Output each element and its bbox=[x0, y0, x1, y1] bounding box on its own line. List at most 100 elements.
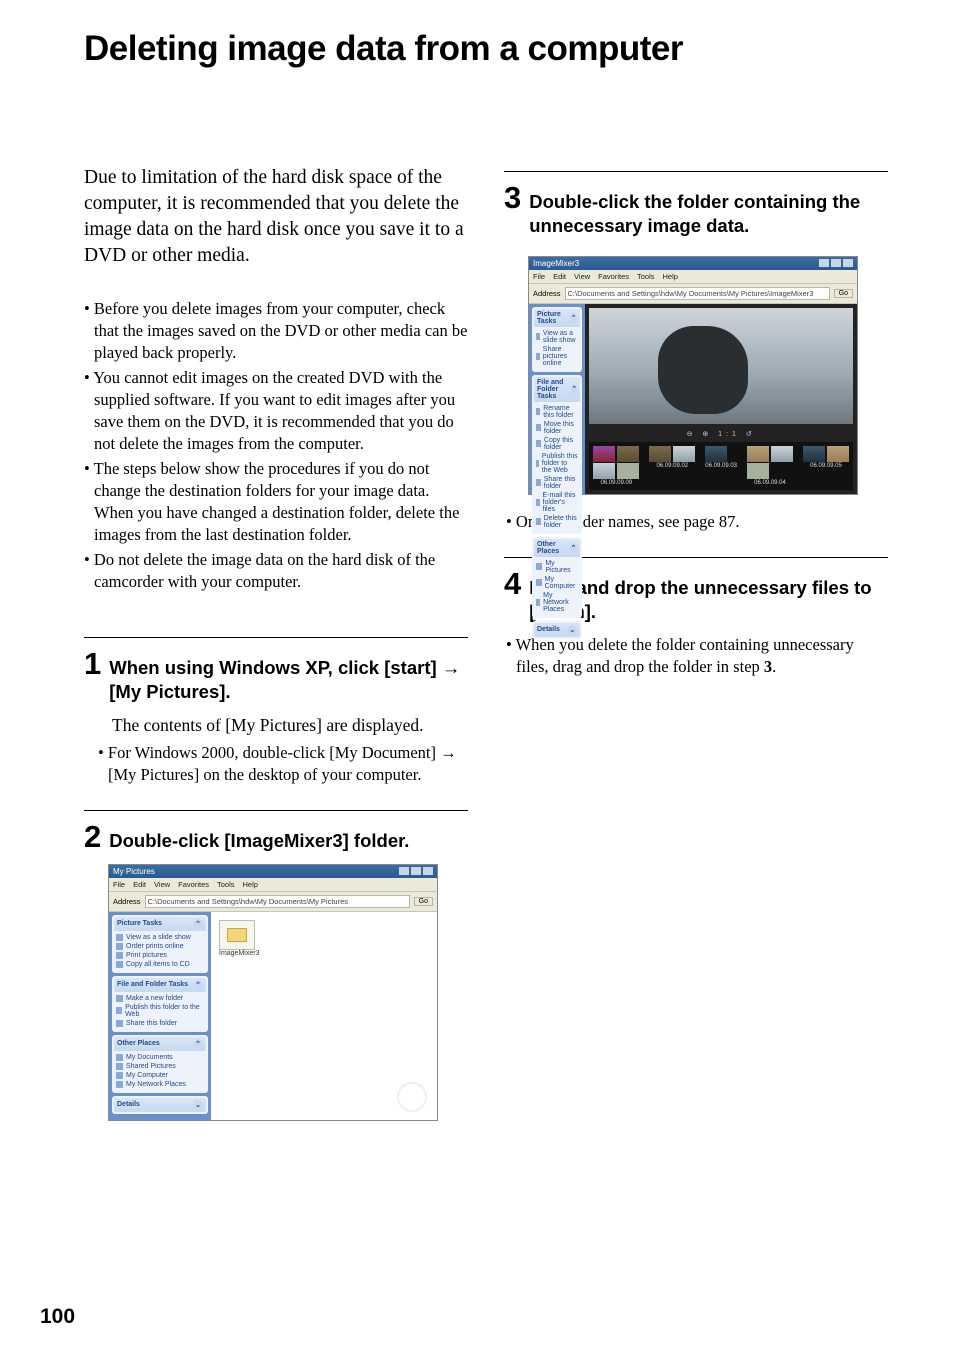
step-title: Drag and drop the unnecessary files to [… bbox=[529, 576, 888, 624]
task-link[interactable]: View as a slide show bbox=[126, 934, 191, 941]
folder-item-imagemixer3[interactable]: ImageMixer3 bbox=[219, 920, 257, 957]
task-link[interactable]: Rename this folder bbox=[543, 405, 578, 419]
chevron-icon[interactable]: ⌄ bbox=[567, 625, 577, 635]
intro-bullets: Before you delete images from your compu… bbox=[84, 298, 468, 593]
thumbnail-strip[interactable]: 06.09.09.09 06.09.09.02 06.09.09.03 06.0… bbox=[589, 442, 853, 490]
step-title: When using Windows XP, click [start] → [… bbox=[109, 656, 468, 704]
place-link[interactable]: My Documents bbox=[126, 1054, 173, 1061]
menu-item[interactable]: Favorites bbox=[598, 272, 629, 281]
panel-header: File and Folder Tasks bbox=[537, 379, 571, 400]
menu-item[interactable]: Edit bbox=[133, 880, 146, 889]
chevron-icon[interactable]: ⌃ bbox=[193, 919, 203, 929]
place-icon bbox=[116, 1081, 123, 1088]
step-note-suffix: . bbox=[772, 657, 776, 676]
menu-item[interactable]: File bbox=[113, 880, 125, 889]
address-input[interactable] bbox=[565, 287, 830, 300]
window-controls[interactable] bbox=[399, 867, 433, 875]
task-icon bbox=[116, 943, 123, 950]
menu-item[interactable]: Help bbox=[243, 880, 258, 889]
folder-group[interactable]: 06.09.09.09 bbox=[593, 446, 639, 486]
task-link[interactable]: Print pictures bbox=[126, 952, 167, 959]
address-input[interactable] bbox=[145, 895, 410, 908]
divider bbox=[84, 637, 468, 638]
panel-header: Details bbox=[117, 1101, 140, 1108]
step-number: 1 bbox=[84, 648, 101, 679]
task-icon bbox=[116, 952, 123, 959]
task-icon bbox=[536, 333, 540, 340]
window-controls[interactable] bbox=[819, 259, 853, 267]
task-link[interactable]: Share this folder bbox=[544, 476, 579, 490]
task-icon bbox=[536, 518, 541, 525]
folder-group[interactable]: 06.09.09.05 bbox=[803, 446, 849, 469]
chevron-icon[interactable]: ⌃ bbox=[570, 313, 577, 323]
place-icon bbox=[536, 563, 542, 570]
task-link[interactable]: E-mail this folder's files bbox=[543, 492, 579, 513]
place-link[interactable]: My Pictures bbox=[545, 560, 578, 574]
chevron-icon[interactable]: ⌃ bbox=[193, 1039, 203, 1049]
folder-group[interactable]: 06.09.09.03 bbox=[705, 446, 737, 469]
step-number: 3 bbox=[504, 182, 521, 213]
step-note-text: When you delete the folder containing un… bbox=[516, 635, 854, 676]
go-button[interactable]: Go bbox=[834, 289, 853, 298]
task-link[interactable]: Publish this folder to the Web bbox=[542, 453, 578, 474]
step-title-b: [My Pictures]. bbox=[109, 681, 230, 702]
place-icon bbox=[536, 579, 542, 586]
task-link[interactable]: Share this folder bbox=[126, 1020, 177, 1027]
chevron-icon[interactable]: ⌃ bbox=[571, 384, 577, 394]
task-link[interactable]: Delete this folder bbox=[544, 515, 579, 529]
task-icon bbox=[116, 1020, 123, 1027]
menu-item[interactable]: Edit bbox=[553, 272, 566, 281]
viewer-controls[interactable]: ⊖ ⊕ 1:1 ↺ bbox=[589, 428, 853, 442]
step-cross-ref: 3 bbox=[764, 657, 772, 676]
folder-group[interactable]: 06.09.09.02 bbox=[649, 446, 695, 469]
chevron-icon[interactable]: ⌄ bbox=[193, 1100, 203, 1110]
step-note: When you delete the folder containing un… bbox=[504, 634, 888, 679]
folder-group-label: 06.09.09.04 bbox=[754, 480, 786, 486]
task-link[interactable]: Copy all items to CD bbox=[126, 961, 190, 968]
panel-header: Details bbox=[537, 626, 560, 633]
task-link[interactable]: Publish this folder to the Web bbox=[125, 1004, 204, 1018]
step-title: Double-click [ImageMixer3] folder. bbox=[109, 829, 468, 853]
place-link[interactable]: My Network Places bbox=[126, 1081, 186, 1088]
panel-header: Picture Tasks bbox=[537, 311, 570, 325]
menu-item[interactable]: File bbox=[533, 272, 545, 281]
address-label: Address bbox=[533, 289, 561, 298]
explorer-sidebar: Picture Tasks⌃ View as a slide show Shar… bbox=[529, 304, 585, 494]
task-icon bbox=[116, 995, 123, 1002]
menu-item[interactable]: Favorites bbox=[178, 880, 209, 889]
chevron-icon[interactable]: ⌃ bbox=[193, 980, 203, 990]
folder-icon bbox=[227, 928, 247, 942]
place-icon bbox=[116, 1063, 123, 1070]
task-link[interactable]: Copy this folder bbox=[544, 437, 578, 451]
place-link[interactable]: My Network Places bbox=[543, 592, 578, 613]
step-title-a: When using Windows XP, click [start] bbox=[109, 657, 436, 678]
menu-item[interactable]: Tools bbox=[637, 272, 655, 281]
place-link[interactable]: My Computer bbox=[126, 1072, 168, 1079]
menu-item[interactable]: View bbox=[574, 272, 590, 281]
task-link[interactable]: Share pictures online bbox=[543, 346, 579, 367]
arrow-icon: → bbox=[442, 657, 461, 678]
page-title: Deleting image data from a computer bbox=[84, 30, 888, 69]
menu-item[interactable]: Help bbox=[663, 272, 678, 281]
place-icon bbox=[536, 599, 540, 606]
task-link[interactable]: Order prints online bbox=[126, 943, 184, 950]
task-link[interactable]: Move this folder bbox=[544, 421, 578, 435]
go-button[interactable]: Go bbox=[414, 897, 433, 906]
task-icon bbox=[536, 499, 540, 506]
chevron-icon[interactable]: ⌃ bbox=[570, 543, 578, 553]
folder-group-label: 06.09.09.09 bbox=[600, 480, 632, 486]
address-label: Address bbox=[113, 897, 141, 906]
place-link[interactable]: Shared Pictures bbox=[126, 1063, 176, 1070]
place-link[interactable]: My Computer bbox=[545, 576, 579, 590]
step-note: For Windows 2000, double-click [My Docum… bbox=[84, 742, 468, 787]
task-link[interactable]: View as a slide show bbox=[543, 330, 578, 344]
panel-header: Other Places bbox=[117, 1040, 160, 1047]
menu-item[interactable]: Tools bbox=[217, 880, 235, 889]
task-link[interactable]: Make a new folder bbox=[126, 995, 183, 1002]
menu-item[interactable]: View bbox=[154, 880, 170, 889]
task-icon bbox=[536, 408, 540, 415]
menu-bar[interactable]: File Edit View Favorites Tools Help bbox=[529, 270, 857, 284]
menu-bar[interactable]: File Edit View Favorites Tools Help bbox=[109, 878, 437, 892]
step-body: The contents of [My Pictures] are displa… bbox=[112, 714, 468, 738]
folder-group[interactable]: 06.09.09.04 bbox=[747, 446, 793, 486]
